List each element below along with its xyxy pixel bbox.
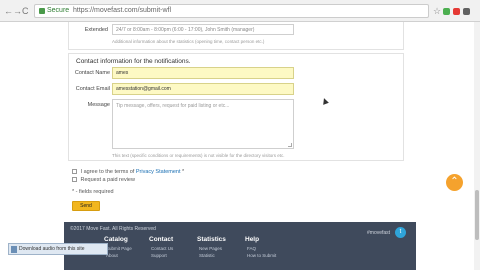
extension-icon[interactable] — [453, 8, 460, 15]
copyright-text: ©2017 Move Fast. All Rights Reserved — [70, 226, 156, 232]
footer-link[interactable]: Support — [151, 253, 167, 258]
scrollbar-thumb[interactable] — [475, 190, 479, 240]
message-textarea[interactable]: Tip message, offers, request for paid li… — [112, 99, 294, 149]
extended-label: Extended — [84, 27, 108, 33]
footer-link[interactable]: Submit Page — [106, 246, 132, 251]
paid-review-row: Request a paid review — [72, 177, 135, 183]
bookmark-star-icon[interactable]: ☆ — [433, 6, 441, 16]
extended-hint: Additional information about the statist… — [112, 39, 265, 44]
contact-name-label: Contact Name — [74, 70, 110, 76]
required-note: * - fields required — [72, 189, 114, 195]
url-text: https://movefast.com/submit-wfl — [73, 7, 172, 14]
footer-col-contact-title: Contact — [149, 236, 174, 243]
download-icon — [11, 246, 17, 253]
lock-icon — [39, 8, 45, 14]
forward-button[interactable]: → — [13, 6, 22, 16]
contact-section-title: Contact information for the notification… — [76, 58, 191, 65]
footer-link[interactable]: Statistic — [199, 253, 215, 258]
footer-link[interactable]: New Pages — [199, 246, 222, 251]
page-margin-right — [422, 22, 480, 270]
agree-text: I agree to the terms of — [80, 169, 135, 175]
privacy-statement-link[interactable]: Privacy Statement — [136, 169, 181, 175]
paid-review-text: Request a paid review — [80, 177, 135, 183]
message-hint: This text (specific conditions or requir… — [112, 153, 285, 158]
reload-button[interactable]: C — [22, 6, 29, 16]
agree-checkbox[interactable] — [72, 169, 77, 175]
back-button[interactable]: ← — [4, 6, 13, 16]
footer-link[interactable]: How to Submit — [247, 253, 276, 258]
footer-link[interactable]: FAQ — [247, 246, 256, 251]
extended-field[interactable]: 24/7 or 8:00am - 8:00pm (6:00 - 17:00), … — [112, 24, 294, 35]
contact-email-field[interactable]: amesstation@gmail.com — [112, 83, 294, 95]
agree-row: I agree to the terms of Privacy Statemen… — [72, 169, 184, 175]
browser-toolbar: ← → C Secure https://movefast.com/submit… — [0, 0, 480, 22]
message-label: Message — [87, 102, 110, 108]
footer-col-statistics-title: Statistics — [197, 236, 226, 243]
scroll-to-top-button[interactable]: ⌃ — [446, 174, 463, 191]
footer-link[interactable]: Contact Us — [151, 246, 173, 251]
extension-icon[interactable] — [443, 8, 450, 15]
download-audio-bar[interactable]: Download audio from this site — [8, 243, 108, 255]
message-placeholder: Tip message, offers, request for paid li… — [116, 103, 230, 109]
footer-col-help-title: Help — [245, 236, 260, 243]
contact-email-label: Contact Email — [75, 86, 110, 92]
resize-handle-icon[interactable] — [288, 143, 292, 147]
contact-name-field[interactable]: ames — [112, 67, 294, 79]
send-button[interactable]: Send — [72, 201, 100, 211]
download-audio-text: Download audio from this site — [19, 246, 85, 252]
address-bar[interactable]: Secure https://movefast.com/submit-wfl — [34, 4, 429, 18]
secure-label: Secure — [47, 7, 70, 14]
footer-brand[interactable]: #movefast — [367, 230, 390, 236]
footer-col-catalog-title: Catalog — [104, 236, 128, 243]
paid-review-checkbox[interactable] — [72, 177, 77, 183]
twitter-icon[interactable]: t — [395, 227, 406, 238]
menu-icon[interactable] — [463, 8, 470, 15]
required-asterisk: * — [182, 169, 185, 175]
page-margin-left — [0, 22, 64, 270]
